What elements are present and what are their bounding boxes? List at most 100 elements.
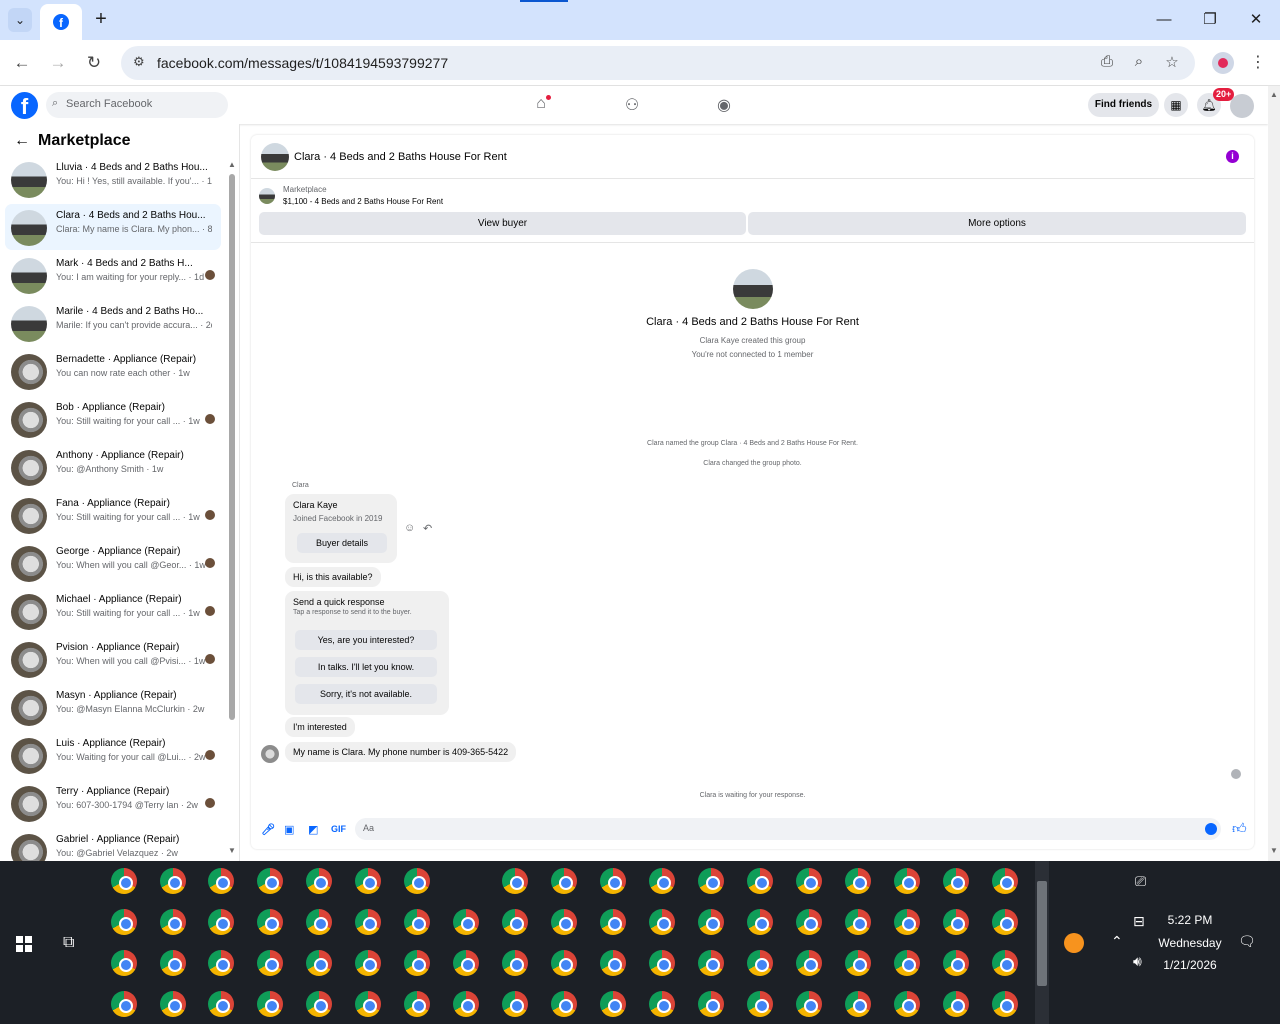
message-input[interactable]: Aa xyxy=(355,818,1221,840)
start-button[interactable] xyxy=(16,936,32,952)
like-thumb-icon[interactable]: 👍︎ xyxy=(1232,820,1247,837)
weather-icon[interactable] xyxy=(1064,933,1084,953)
clock-time[interactable]: 5:22 PM xyxy=(1158,913,1222,927)
taskbar-app-icon[interactable] xyxy=(698,950,724,976)
taskbar-app-icon[interactable] xyxy=(747,909,773,935)
close-window-button[interactable]: ✕ xyxy=(1246,10,1266,30)
taskbar-app-icon[interactable] xyxy=(943,909,969,935)
taskbar-app-icon[interactable] xyxy=(404,909,430,935)
back-arrow-icon[interactable]: ← xyxy=(14,132,30,149)
zoom-icon[interactable]: ⌕ xyxy=(1129,53,1149,70)
reply-icon[interactable]: ↶ xyxy=(423,522,432,535)
chrome-menu-icon[interactable]: ⋮ xyxy=(1250,52,1266,72)
info-icon[interactable]: i xyxy=(1226,150,1239,163)
conversation-item[interactable]: Masyn · Appliance (Repair) You: @Masyn El… xyxy=(5,684,221,730)
back-button[interactable]: ← xyxy=(11,52,33,74)
taskbar-app-icon[interactable] xyxy=(796,950,822,976)
forward-button[interactable]: → xyxy=(47,52,69,74)
taskbar-app-icon[interactable] xyxy=(894,868,920,894)
taskbar-app-icon[interactable] xyxy=(257,991,283,1017)
taskbar-app-icon[interactable] xyxy=(404,991,430,1017)
conversation-item[interactable]: Bob · Appliance (Repair) You: Still waiti… xyxy=(5,396,221,442)
taskbar-app-icon[interactable] xyxy=(845,991,871,1017)
volume-icon[interactable]: 🔊︎ xyxy=(1133,953,1142,970)
tab-search-button[interactable]: ⌄ xyxy=(8,8,32,32)
taskbar-app-icon[interactable] xyxy=(160,868,186,894)
reload-button[interactable]: ↻ xyxy=(83,52,105,74)
new-tab-button[interactable]: + xyxy=(90,9,112,31)
clock-day[interactable]: Wednesday xyxy=(1158,936,1222,950)
conversation-item[interactable]: Luis · Appliance (Repair) You: Waiting fo… xyxy=(5,732,221,778)
conversation-item[interactable]: Fana · Appliance (Repair) You: Still wait… xyxy=(5,492,221,538)
taskbar-app-icon[interactable] xyxy=(551,991,577,1017)
taskbar-app-icon[interactable] xyxy=(355,909,381,935)
taskbar-app-icon[interactable] xyxy=(453,991,479,1017)
tab-facebook[interactable]: f xyxy=(40,4,82,40)
taskbar-app-icon[interactable] xyxy=(404,950,430,976)
taskbar-app-icon[interactable] xyxy=(600,950,626,976)
taskbar-app-icon[interactable] xyxy=(796,991,822,1017)
taskbar-app-icon[interactable] xyxy=(796,868,822,894)
taskbar-app-icon[interactable] xyxy=(649,991,675,1017)
taskbar-app-icon[interactable] xyxy=(306,950,332,976)
taskbar-app-icon[interactable] xyxy=(649,909,675,935)
react-emoji-icon[interactable]: ☺ xyxy=(404,522,415,534)
minimize-button[interactable]: — xyxy=(1154,10,1174,30)
taskbar-app-icon[interactable] xyxy=(111,909,137,935)
more-options-button[interactable]: More options xyxy=(748,212,1246,235)
chat-avatar[interactable] xyxy=(261,143,289,171)
taskbar-app-icon[interactable] xyxy=(747,950,773,976)
microphone-icon[interactable]: 🎤︎ xyxy=(261,823,275,836)
taskbar-app-icon[interactable] xyxy=(160,950,186,976)
sidebar-scrollbar[interactable] xyxy=(229,174,235,720)
conversation-item[interactable]: Michael · Appliance (Repair) You: Still w… xyxy=(5,588,221,634)
meet-now-icon[interactable]: ⎚ xyxy=(1135,873,1146,890)
taskbar-app-icon[interactable] xyxy=(306,909,332,935)
taskbar-app-icon[interactable] xyxy=(845,868,871,894)
taskbar-app-icon[interactable] xyxy=(649,950,675,976)
facebook-search-input[interactable]: ⌕ Search Facebook xyxy=(46,92,228,118)
find-friends-button[interactable]: Find friends xyxy=(1088,93,1159,117)
scroll-down-arrow[interactable]: ▼ xyxy=(228,846,236,855)
taskbar-app-icon[interactable] xyxy=(698,909,724,935)
taskbar-app-icon[interactable] xyxy=(747,868,773,894)
account-avatar[interactable] xyxy=(1230,94,1254,118)
conversation-item[interactable]: Gabriel · Appliance (Repair) You: @Gabrie… xyxy=(5,828,221,861)
site-info-icon[interactable]: ⚙ xyxy=(133,54,145,70)
conversation-item[interactable]: Pvision · Appliance (Repair) You: When wi… xyxy=(5,636,221,682)
taskbar-app-icon[interactable] xyxy=(551,868,577,894)
taskbar-app-icon[interactable] xyxy=(698,868,724,894)
taskbar-app-icon[interactable] xyxy=(992,868,1018,894)
buyer-details-button[interactable]: Buyer details xyxy=(297,533,387,553)
taskbar-app-icon[interactable] xyxy=(698,991,724,1017)
taskbar-app-icon[interactable] xyxy=(747,991,773,1017)
taskbar-app-icon[interactable] xyxy=(208,950,234,976)
notification-center-icon[interactable]: 🗨︎ xyxy=(1238,933,1256,950)
taskbar-app-icon[interactable] xyxy=(551,950,577,976)
taskbar-app-icon[interactable] xyxy=(845,950,871,976)
task-view-icon[interactable]: ⧉ xyxy=(63,934,74,952)
conversation-item[interactable]: Terry · Appliance (Repair) You: 607-300-1… xyxy=(5,780,221,826)
taskbar-app-icon[interactable] xyxy=(894,991,920,1017)
taskbar-app-icon[interactable] xyxy=(894,950,920,976)
taskbar-app-icon[interactable] xyxy=(600,909,626,935)
taskbar-app-icon[interactable] xyxy=(502,991,528,1017)
taskbar-app-icon[interactable] xyxy=(600,991,626,1017)
profile-avatar[interactable] xyxy=(1212,52,1234,74)
taskbar-app-icon[interactable] xyxy=(992,909,1018,935)
taskbar-app-icon[interactable] xyxy=(257,909,283,935)
taskbar-app-icon[interactable] xyxy=(649,868,675,894)
conversation-item[interactable]: Clara · 4 Beds and 2 Baths Hou... Clara: … xyxy=(5,204,221,250)
restore-button[interactable]: ❐ xyxy=(1200,10,1220,30)
taskbar-app-icon[interactable] xyxy=(502,868,528,894)
listing-title[interactable]: $1,100 - 4 Beds and 2 Baths House For Re… xyxy=(283,197,443,206)
taskbar-app-icon[interactable] xyxy=(306,991,332,1017)
taskbar-app-icon[interactable] xyxy=(111,991,137,1017)
taskbar-app-icon[interactable] xyxy=(160,991,186,1017)
conversation-item[interactable]: Bernadette · Appliance (Repair) You can n… xyxy=(5,348,221,394)
menu-grid-icon[interactable]: ▦ xyxy=(1164,93,1188,117)
install-app-icon[interactable]: ⎙ xyxy=(1097,53,1117,70)
taskbar-app-icon[interactable] xyxy=(257,868,283,894)
taskbar-app-icon[interactable] xyxy=(355,950,381,976)
taskbar-app-icon[interactable] xyxy=(894,909,920,935)
